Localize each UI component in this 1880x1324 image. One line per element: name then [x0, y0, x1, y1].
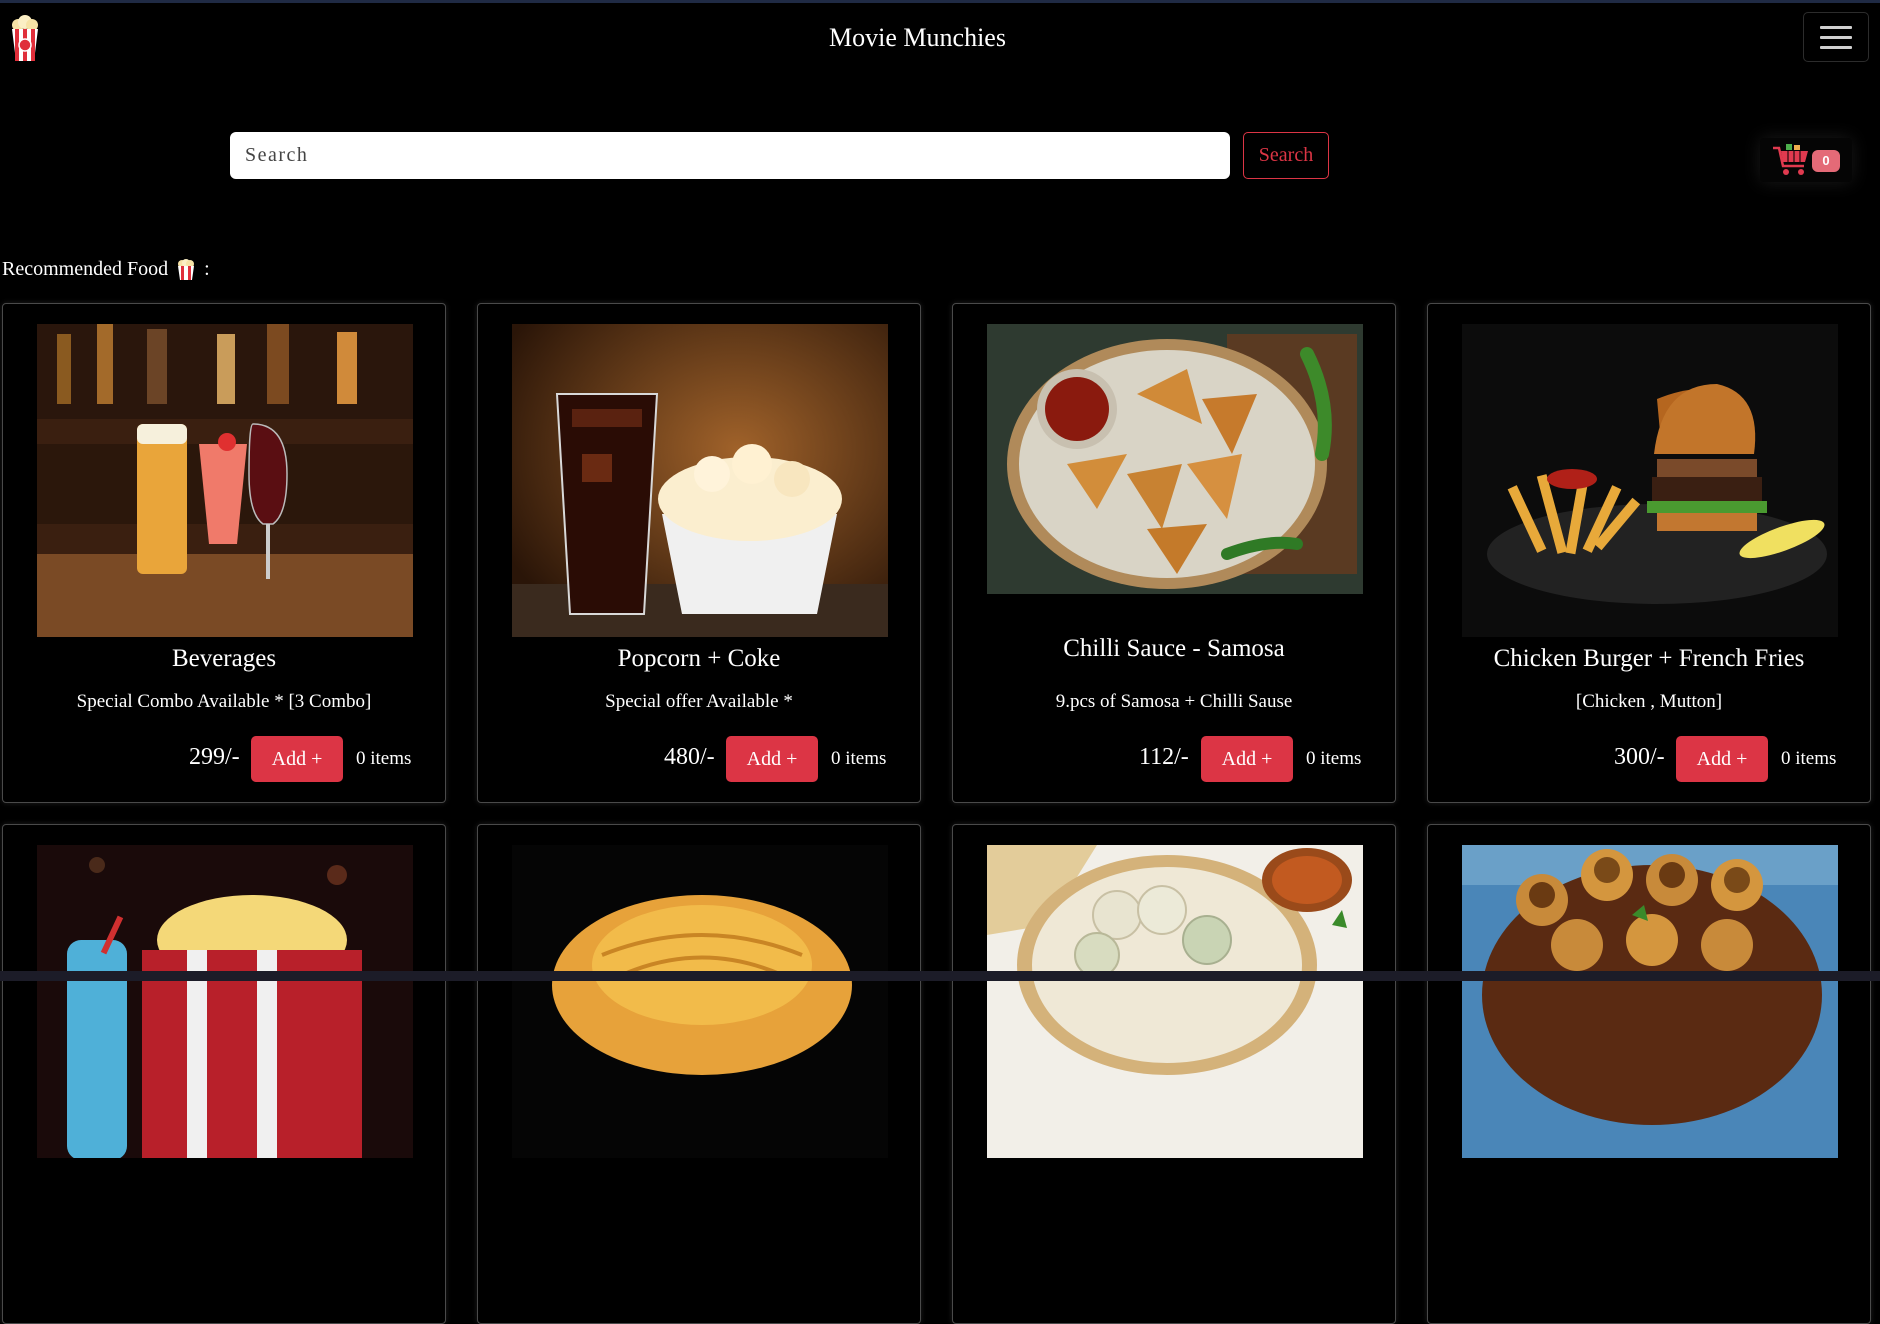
product-description: 9.pcs of Samosa + Chilli Sause [1055, 691, 1293, 712]
item-count: 0 items [831, 748, 887, 769]
momos-photo [987, 845, 1363, 1158]
product-card [1427, 824, 1871, 1324]
add-to-cart-button[interactable]: Add + [1676, 736, 1768, 782]
section-title-suffix: : [204, 258, 210, 280]
item-count: 0 items [1306, 748, 1362, 769]
product-price: 300/- [1614, 744, 1665, 770]
beverages-photo [37, 324, 413, 637]
product-card: Chilli Sauce - Samosa 9.pcs of Samosa + … [952, 303, 1396, 803]
product-description: Special Combo Available * [3 Combo] [76, 691, 372, 712]
search-button[interactable]: Search [1243, 132, 1329, 179]
product-title: Beverages [171, 645, 277, 672]
item-count: 0 items [1781, 748, 1837, 769]
section-title: Recommended Food : [2, 258, 210, 281]
product-title: Chicken Burger + French Fries [1493, 645, 1805, 672]
product-card [2, 824, 446, 1324]
product-card: Beverages Special Combo Available * [3 C… [2, 303, 446, 803]
add-to-cart-button[interactable]: Add + [1201, 736, 1293, 782]
brand-title[interactable]: Movie Munchies [0, 23, 1835, 53]
product-description: Special offer Available * [605, 691, 793, 712]
pani-puri-photo [1462, 845, 1838, 1158]
shopping-cart-icon [1773, 144, 1808, 175]
noodles-photo [512, 845, 888, 1158]
product-title: Popcorn + Coke [617, 645, 781, 672]
product-price: 480/- [664, 744, 715, 770]
cart-count-badge: 0 [1812, 150, 1840, 172]
add-to-cart-button[interactable]: Add + [251, 736, 343, 782]
product-card: Chicken Burger + French Fries [Chicken ,… [1427, 303, 1871, 803]
product-card [952, 824, 1396, 1324]
section-title-text: Recommended Food [2, 258, 169, 280]
add-to-cart-button[interactable]: Add + [726, 736, 818, 782]
popcorn-icon [178, 259, 195, 281]
popcorn-coke-photo [512, 324, 888, 637]
bottom-bar [0, 971, 1880, 981]
hamburger-menu-icon[interactable] [1803, 12, 1869, 62]
samosa-photo [987, 324, 1363, 594]
product-card: Popcorn + Coke Special offer Available *… [477, 303, 921, 803]
popcorn-drink-photo [37, 845, 413, 1158]
product-card [477, 824, 921, 1324]
product-price: 112/- [1139, 744, 1189, 770]
product-price: 299/- [189, 744, 240, 770]
burger-fries-photo [1462, 324, 1838, 637]
product-description: [Chicken , Mutton] [1575, 691, 1723, 712]
search-input[interactable] [230, 132, 1230, 179]
cart-button[interactable]: 0 [1760, 138, 1852, 182]
item-count: 0 items [356, 748, 412, 769]
navbar: Movie Munchies [0, 3, 1880, 73]
product-title: Chilli Sauce - Samosa [1063, 635, 1285, 662]
